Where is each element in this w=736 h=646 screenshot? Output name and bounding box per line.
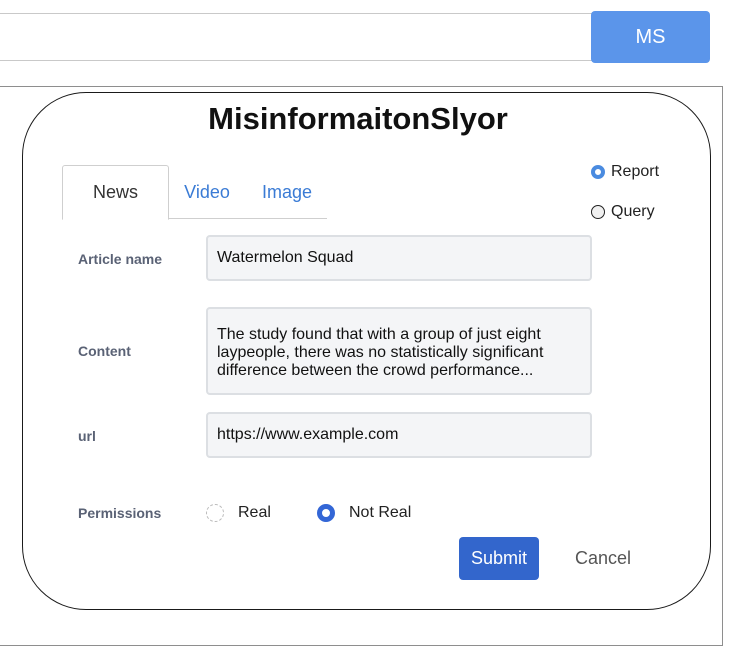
radio-unselected-icon[interactable] — [206, 504, 224, 522]
permission-real-option[interactable]: Real — [206, 504, 271, 522]
article-name-label: Article name — [78, 251, 163, 267]
permissions-label: Permissions — [78, 505, 162, 521]
radio-selected-icon[interactable] — [591, 165, 605, 179]
content-label: Content — [78, 343, 131, 359]
mode-query-option[interactable]: Query — [591, 203, 655, 221]
url-input[interactable]: https://www.example.com — [206, 412, 592, 458]
mode-report-label: Report — [611, 163, 660, 180]
url-label: url — [78, 428, 96, 444]
app-title: MisinformaitonSlyor — [208, 101, 508, 136]
ms-button[interactable]: MS — [591, 11, 710, 63]
tab-video[interactable]: Video — [175, 165, 239, 219]
radio-unselected-icon[interactable] — [591, 205, 605, 219]
content-textarea[interactable]: The study found that with a group of jus… — [206, 307, 592, 395]
top-search-input[interactable] — [0, 13, 598, 61]
cancel-button[interactable]: Cancel — [562, 537, 644, 580]
tab-bar: News Video Image — [62, 165, 327, 220]
mode-query-label: Query — [611, 203, 655, 220]
tab-image[interactable]: Image — [252, 165, 322, 219]
permission-not-real-label: Not Real — [349, 504, 412, 521]
mode-report-option[interactable]: Report — [591, 163, 659, 181]
radio-selected-icon[interactable] — [317, 504, 335, 522]
permission-not-real-option[interactable]: Not Real — [317, 504, 411, 522]
article-name-input[interactable]: Watermelon Squad — [206, 235, 592, 281]
tab-news[interactable]: News — [62, 165, 169, 220]
permission-real-label: Real — [238, 504, 271, 521]
submit-button[interactable]: Submit — [459, 537, 539, 580]
